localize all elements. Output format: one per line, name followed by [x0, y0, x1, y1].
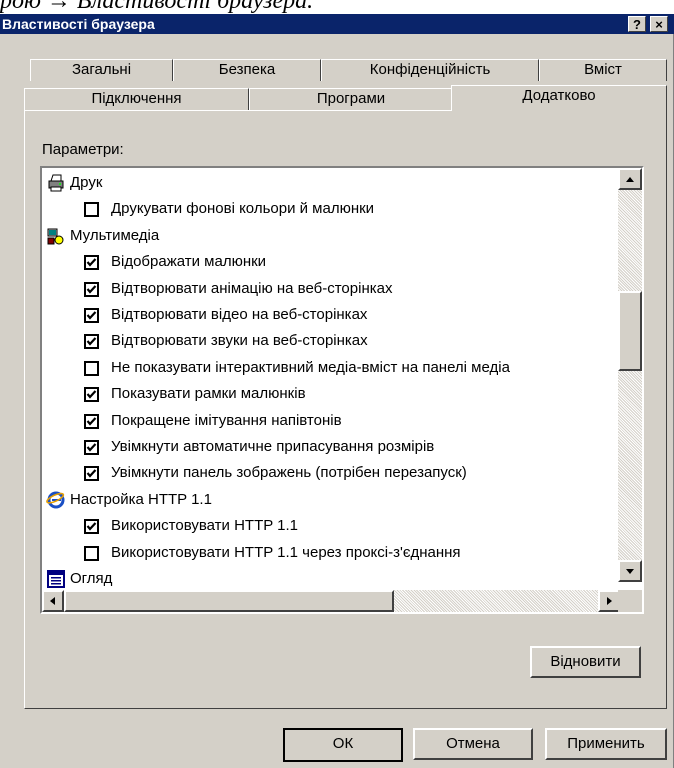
option-label: Використовувати HTTP 1.1 через проксі-з'…: [111, 543, 461, 561]
cancel-button[interactable]: Отмена: [413, 728, 533, 760]
option-label: Покращене імітування напівтонів: [111, 411, 342, 429]
settings-label: Параметри:: [42, 141, 124, 158]
tab-security[interactable]: Безпека: [173, 59, 321, 81]
checkbox-checked[interactable]: [84, 387, 99, 403]
scroll-right-button[interactable]: [598, 590, 620, 612]
option-label: Використовувати HTTP 1.1: [111, 517, 299, 535]
checkbox-checked[interactable]: [84, 413, 99, 429]
settings-option[interactable]: Не показувати інтерактивний медіа-вміст …: [84, 355, 510, 381]
settings-list[interactable]: Друк Друкувати фонові кольори й малюнки Му…: [40, 166, 644, 614]
arrow-right-icon: [607, 597, 612, 605]
option-label: Не показувати інтерактивний медіа-вміст …: [111, 358, 510, 376]
tab-content[interactable]: Вміст: [539, 59, 667, 81]
option-label: Відтворювати відео на веб-сторінках: [111, 306, 368, 323]
apply-button[interactable]: Применить: [545, 728, 667, 760]
checkbox-checked[interactable]: [84, 308, 99, 323]
help-button[interactable]: ?: [628, 16, 646, 32]
settings-category: Друк: [46, 170, 102, 196]
settings-category: Настройка HTTP 1.1: [46, 487, 212, 513]
category-label: Мультимедіа: [70, 226, 160, 244]
option-label: Відображати малюнки: [111, 253, 267, 271]
settings-option[interactable]: Увімкнути панель зображень (потрібен пер…: [84, 460, 467, 486]
option-label: Увімкнути автоматичне припасування розмі…: [111, 438, 435, 455]
settings-option[interactable]: Відображати малюнки: [84, 249, 266, 275]
tab-general[interactable]: Загальні: [30, 59, 173, 81]
printer-icon: [46, 173, 66, 193]
scroll-up-button[interactable]: [618, 168, 642, 190]
arrow-up-icon: [626, 177, 634, 182]
multimedia-icon: [46, 226, 66, 246]
title-bar: Властивості браузера ? ×: [0, 14, 674, 34]
horizontal-scrollbar[interactable]: [42, 590, 620, 612]
settings-option[interactable]: Використовувати HTTP 1.1 через проксі-з'…: [84, 540, 461, 566]
tab-connections[interactable]: Підключення: [24, 88, 249, 110]
ok-button[interactable]: ОК: [283, 728, 403, 762]
close-button[interactable]: ×: [650, 16, 668, 32]
checkbox-checked[interactable]: [84, 281, 99, 297]
advanced-panel: Параметри: Друк Друкувати фонові кольори …: [24, 110, 667, 709]
settings-option[interactable]: Друкувати фонові кольори й малюнки: [84, 196, 374, 222]
category-label: Огляд: [70, 570, 113, 587]
settings-category: Мультимедіа: [46, 223, 159, 249]
checkbox-checked[interactable]: [84, 255, 99, 271]
restore-defaults-button[interactable]: Відновити: [530, 646, 641, 678]
settings-option[interactable]: Використовувати HTTP 1.1: [84, 513, 298, 539]
scroll-corner: [618, 590, 642, 612]
window-title: Властивості браузера: [2, 16, 155, 32]
browser-properties-dialog: Властивості браузера ? × Загальні Безпек…: [0, 14, 674, 768]
option-label: Відтворювати звуки на веб-сторінках: [111, 332, 368, 350]
settings-option[interactable]: Показувати рамки малюнків: [84, 381, 306, 407]
settings-option[interactable]: Відтворювати звуки на веб-сторінках: [84, 328, 368, 354]
settings-option[interactable]: Покращене імітування напівтонів: [84, 408, 342, 434]
scroll-down-button[interactable]: [618, 560, 642, 582]
tab-privacy[interactable]: Конфіденційність: [321, 59, 539, 81]
tab-programs[interactable]: Програми: [249, 88, 453, 110]
category-label: Настройка HTTP 1.1: [70, 490, 212, 508]
vertical-scrollbar[interactable]: [618, 168, 642, 582]
checkbox-unchecked[interactable]: [84, 202, 99, 218]
internet-explorer-icon: [46, 490, 66, 510]
category-label: Друк: [70, 174, 103, 191]
checkbox-checked[interactable]: [84, 334, 99, 350]
scroll-thumb[interactable]: [618, 291, 642, 371]
option-label: Показувати рамки малюнків: [111, 385, 306, 403]
settings-option[interactable]: Відтворювати анімацію на веб-сторінках: [84, 276, 392, 302]
tab-advanced[interactable]: Додатково: [451, 85, 667, 111]
checkbox-checked[interactable]: [84, 440, 99, 455]
arrow-down-icon: [626, 569, 634, 574]
settings-category: Огляд: [46, 566, 112, 592]
checkbox-unchecked[interactable]: [84, 545, 99, 561]
browse-icon: [46, 569, 66, 589]
settings-option[interactable]: Відтворювати відео на веб-сторінках: [84, 302, 367, 328]
document-caption: рою → Властивості браузера.: [0, 0, 314, 14]
option-label: Увімкнути панель зображень (потрібен пер…: [111, 464, 467, 482]
checkbox-checked[interactable]: [84, 519, 99, 535]
arrow-left-icon: [50, 597, 55, 605]
option-label: Відтворювати анімацію на веб-сторінках: [111, 279, 393, 297]
horizontal-scroll-thumb[interactable]: [64, 590, 394, 612]
settings-option[interactable]: Увімкнути автоматичне припасування розмі…: [84, 434, 434, 460]
option-label: Друкувати фонові кольори й малюнки: [111, 200, 375, 218]
scroll-left-button[interactable]: [42, 590, 64, 612]
checkbox-checked[interactable]: [84, 466, 99, 482]
checkbox-unchecked[interactable]: [84, 360, 99, 376]
